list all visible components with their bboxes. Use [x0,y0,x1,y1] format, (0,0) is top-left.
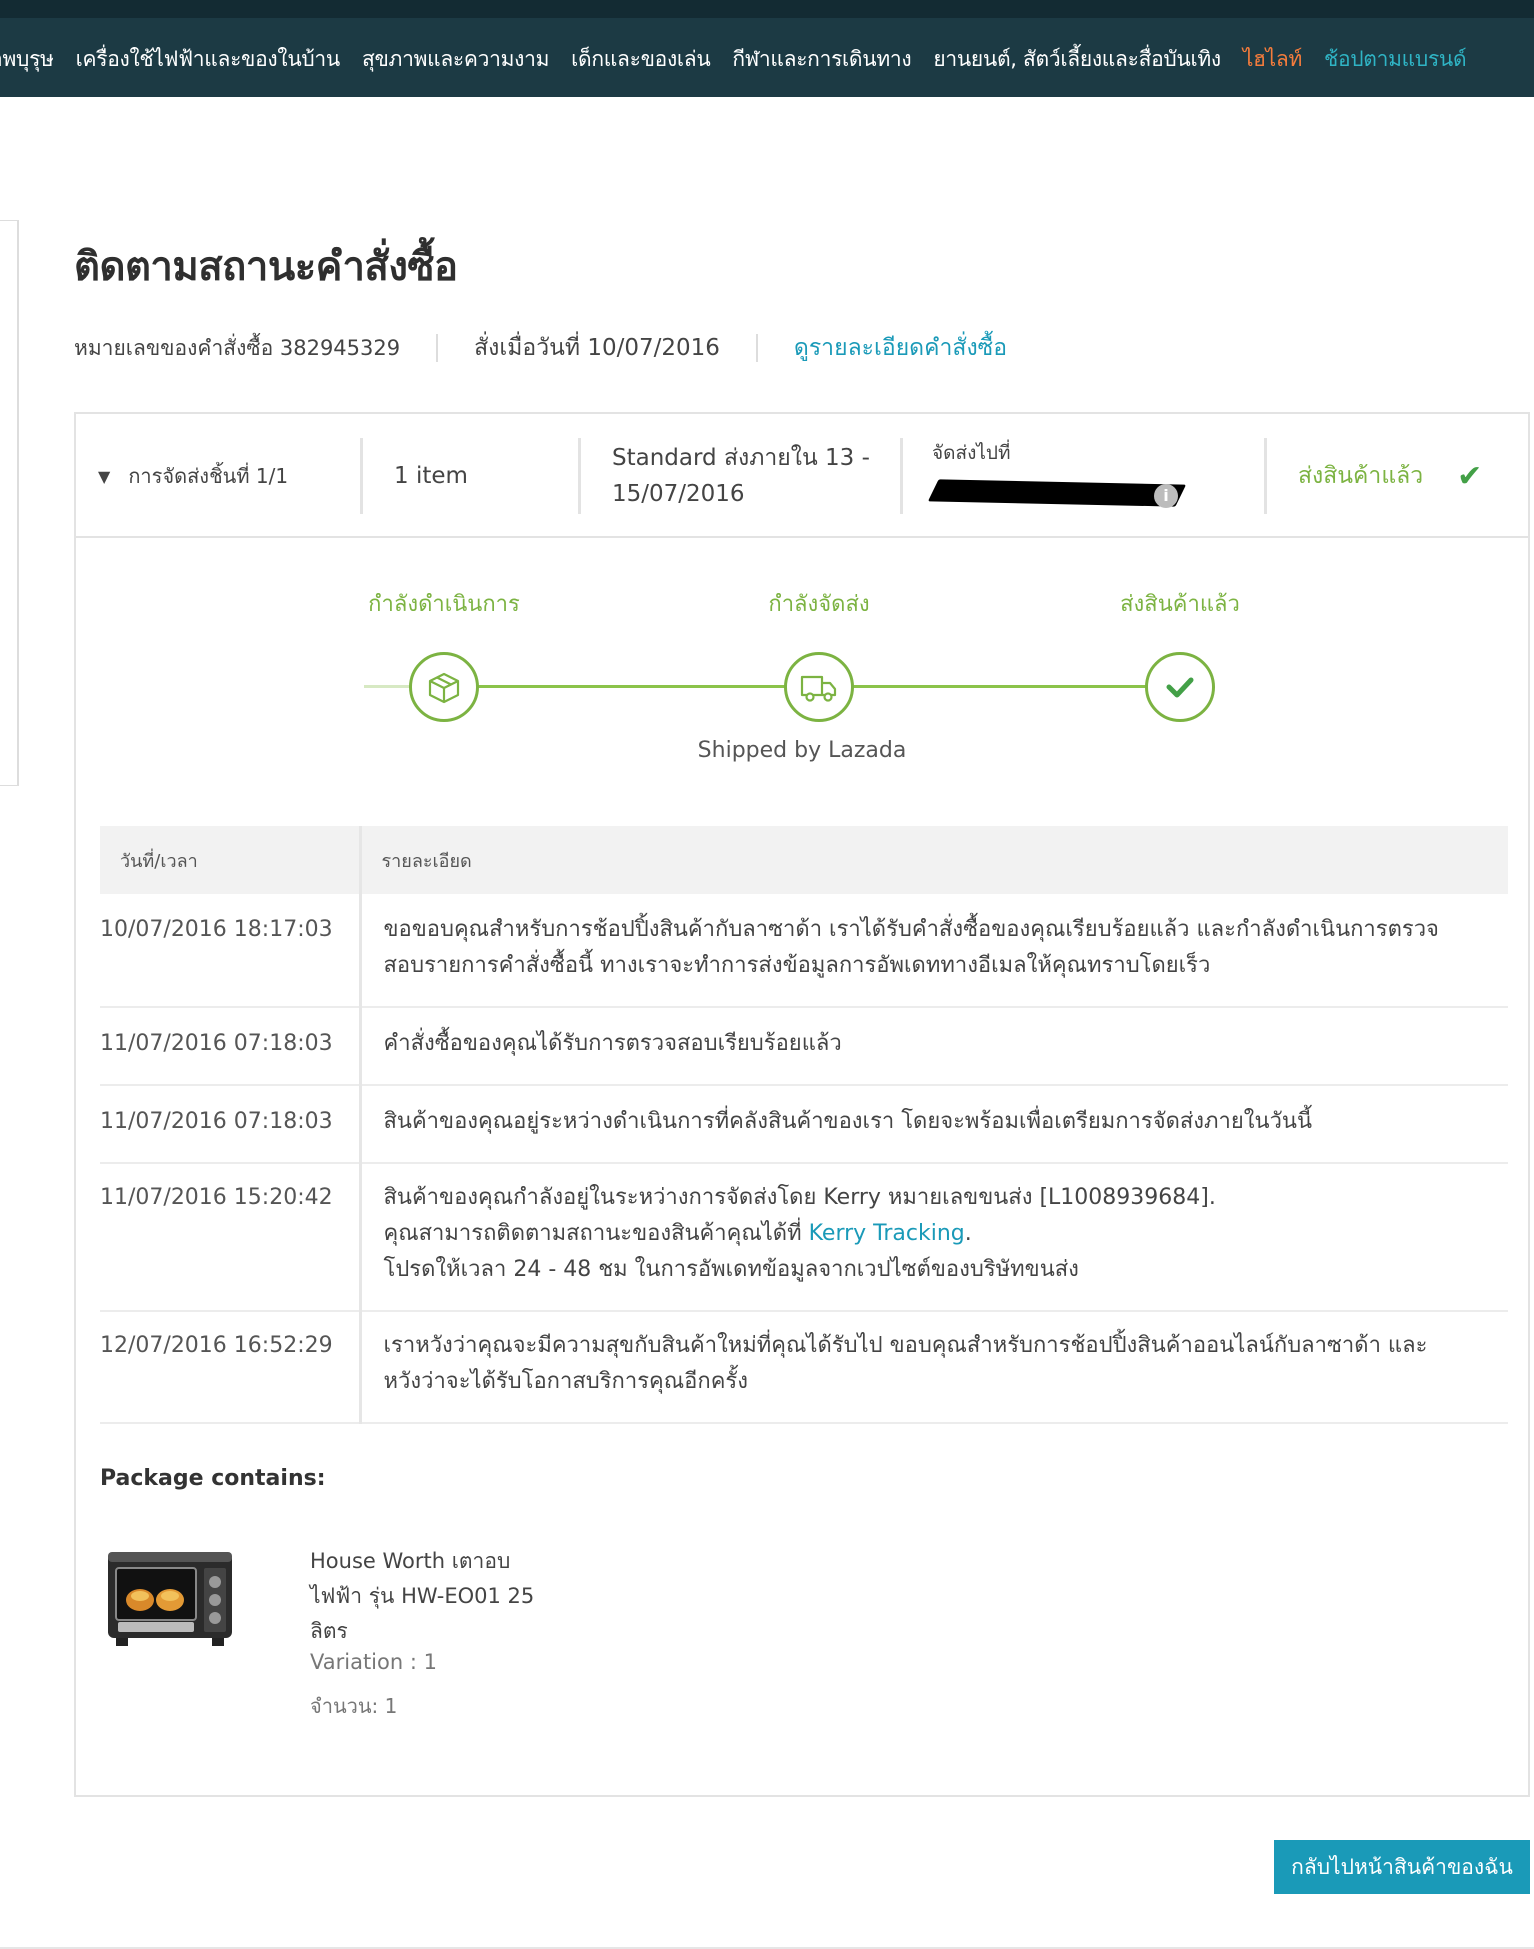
delivery-estimate: Standard ส่งภายใน 13 - 15/07/2016 [612,438,870,514]
column-header-datetime: วันที่/เวลา [100,826,362,894]
detail-text: คุณสามารถติดตามสถานะของสินค้าคุณได้ที่ [383,1221,809,1246]
table-row: 11/07/2016 07:18:03 คำสั่งซื้อของคุณได้ร… [100,1007,1508,1086]
step-shipping [784,652,854,722]
divider [360,438,363,514]
info-icon[interactable]: i [1154,484,1178,508]
divider [578,438,581,514]
product-name-line: ลิตร [310,1619,348,1643]
shipment-progress: กำลังดำเนินการ กำลังจัดส่ง ส่งสินค้าแล้ว [76,538,1528,798]
detail-line: สอบรายการคำสั่งซื้อนี้ ทางเราจะทำการส่งข… [383,953,1211,978]
box-icon [428,672,460,704]
order-number: หมายเลขของคำสั่งซื้อ 382945329 [74,335,401,360]
page-title: ติดตามสถานะคำสั่งซื้อ [74,244,458,290]
row-details: ขอขอบคุณสำหรับการช้อปปิ้งสินค้ากับลาซาด้… [360,894,1508,1008]
row-datetime: 11/07/2016 07:18:03 [100,1007,362,1086]
nav-item-men[interactable]: าพบุรุษ [0,43,65,76]
tracking-history-table: วันที่/เวลา รายละเอียด 10/07/2016 18:17:… [100,826,1508,1424]
check-icon [1166,677,1194,698]
step-label-delivered: ส่งสินค้าแล้ว [1120,592,1240,617]
row-details: สินค้าของคุณกำลังอยู่ในระหว่างการจัดส่งโ… [360,1163,1508,1312]
row-details: คำสั่งซื้อของคุณได้รับการตรวจสอบเรียบร้อ… [360,1007,1508,1086]
product-name-line: House Worth เตาอบ [310,1549,511,1573]
order-details-link[interactable]: ดูรายละเอียดคำสั่งซื้อ [794,330,1007,366]
ship-to-label: จัดส่งไปที่ [932,442,1011,464]
row-details: สินค้าของคุณอยู่ระหว่างดำเนินการที่คลังส… [360,1085,1508,1164]
nav-item-shop-by-brand[interactable]: ช้อปตามแบรนด์ [1313,43,1477,76]
detail-line: คุณสามารถติดตามสถานะของสินค้าคุณได้ที่ K… [384,1216,1489,1252]
detail-line: สินค้าของคุณอยู่ระหว่างดำเนินการที่คลังส… [383,1109,1313,1134]
divider [900,438,903,514]
step-label-shipping: กำลังจัดส่ง [768,592,870,617]
nav-item-kids-toys[interactable]: เด็กและของเล่น [560,43,721,76]
row-details: เราหวังว่าคุณจะมีความสุขกับสินค้าใหม่ที่… [360,1311,1508,1424]
nav-item-sports-travel[interactable]: กีฬาและการเดินทาง [721,43,922,76]
shipment-status: ส่งสินค้าแล้ว ✔ [1298,438,1482,514]
step-delivered [1145,652,1215,722]
order-meta: หมายเลขของคำสั่งซื้อ 382945329 สั่งเมื่อ… [74,330,1007,366]
shipment-header: ▼ การจัดส่งชิ้นที่ 1/1 1 item Standard ส… [76,414,1528,538]
divider [436,334,439,362]
detail-line: คำสั่งซื้อของคุณได้รับการตรวจสอบเรียบร้อ… [383,1031,842,1056]
table-row: 11/07/2016 15:20:42 สินค้าของคุณกำลังอยู… [100,1163,1508,1312]
table-row: 10/07/2016 18:17:03 ขอขอบคุณสำหรับการช้อ… [100,894,1508,1008]
ship-to: จัดส่งไปที่ [927,436,1187,512]
shipment-toggle[interactable]: ▼ การจัดส่งชิ้นที่ 1/1 [98,438,288,514]
category-nav: าพบุรุษ เครื่องใช้ไฟฟ้าและของในบ้าน สุขภ… [0,0,1534,97]
item-count: 1 item [394,463,468,489]
table-header-row: วันที่/เวลา รายละเอียด [100,826,1508,894]
step-processing [409,652,479,722]
row-datetime: 11/07/2016 15:20:42 [100,1163,362,1312]
nav-item-health-beauty[interactable]: สุขภาพและความงาม [351,43,560,76]
back-to-my-products-button[interactable]: กลับไปหน้าสินค้าของฉัน [1274,1840,1530,1894]
toaster-oven-image[interactable] [102,1544,242,1656]
truck-icon [800,675,837,702]
row-datetime: 12/07/2016 16:52:29 [100,1311,362,1424]
check-icon: ✔ [1457,458,1483,494]
table-row: 12/07/2016 16:52:29 เราหวังว่าคุณจะมีควา… [100,1311,1508,1424]
shipment-card: ▼ การจัดส่งชิ้นที่ 1/1 1 item Standard ส… [74,412,1530,1797]
progress-track-1 [444,685,819,688]
divider [1264,438,1267,514]
product-quantity: จำนวน: 1 [310,1694,398,1718]
status-text: ส่งสินค้าแล้ว [1298,463,1424,489]
redacted-address [927,479,1187,507]
package-title: Package contains: [100,1466,326,1491]
detail-line: สินค้าของคุณกำลังอยู่ในระหว่างการจัดส่งโ… [383,1185,1216,1210]
delivery-line-2: 15/07/2016 [612,481,745,507]
progress-track-start [364,685,410,688]
shipped-by: Shipped by Lazada [697,738,907,763]
detail-text: . [964,1221,972,1246]
progress-track-2 [819,685,1180,688]
row-datetime: 10/07/2016 18:17:03 [100,894,362,1008]
column-header-details: รายละเอียด [360,826,1508,894]
product-name[interactable]: House Worth เตาอบ ไฟฟ้า รุ่น HW-EO01 25 … [310,1544,550,1649]
detail-line: โปรดให้เวลา 24 - 48 ชม ในการอัพเดทข้อมูล… [383,1257,1079,1282]
sidebar-panel-edge [0,220,19,786]
detail-line: หวังว่าจะได้รับโอกาสบริการคุณอีกครั้ง [383,1369,748,1394]
nav-item-appliances[interactable]: เครื่องใช้ไฟฟ้าและของในบ้าน [65,43,351,76]
detail-line: ขอขอบคุณสำหรับการช้อปปิ้งสินค้ากับลาซาด้… [383,917,1439,942]
detail-line: เราหวังว่าคุณจะมีความสุขกับสินค้าใหม่ที่… [383,1333,1428,1358]
product-name-line: ไฟฟ้า รุ่น HW-EO01 25 [310,1584,535,1608]
shipment-label: การจัดส่งชิ้นที่ 1/1 [128,464,289,488]
table-row: 11/07/2016 07:18:03 สินค้าของคุณอยู่ระหว… [100,1085,1508,1164]
nav-item-highlight[interactable]: ไฮไลท์ [1232,43,1313,76]
delivery-line-1: Standard ส่งภายใน 13 - [612,445,870,471]
row-datetime: 11/07/2016 07:18:03 [100,1085,362,1164]
order-date: สั่งเมื่อวันที่ 10/07/2016 [474,335,720,361]
caret-down-icon[interactable]: ▼ [98,467,110,486]
nav-item-auto-pets-media[interactable]: ยานยนต์, สัตว์เลี้ยงและสื่อบันเทิง [922,43,1232,76]
step-label-processing: กำลังดำเนินการ [368,592,520,617]
divider [755,334,758,362]
product-variation: Variation : 1 [310,1650,437,1674]
kerry-tracking-link[interactable]: Kerry Tracking [809,1221,965,1246]
